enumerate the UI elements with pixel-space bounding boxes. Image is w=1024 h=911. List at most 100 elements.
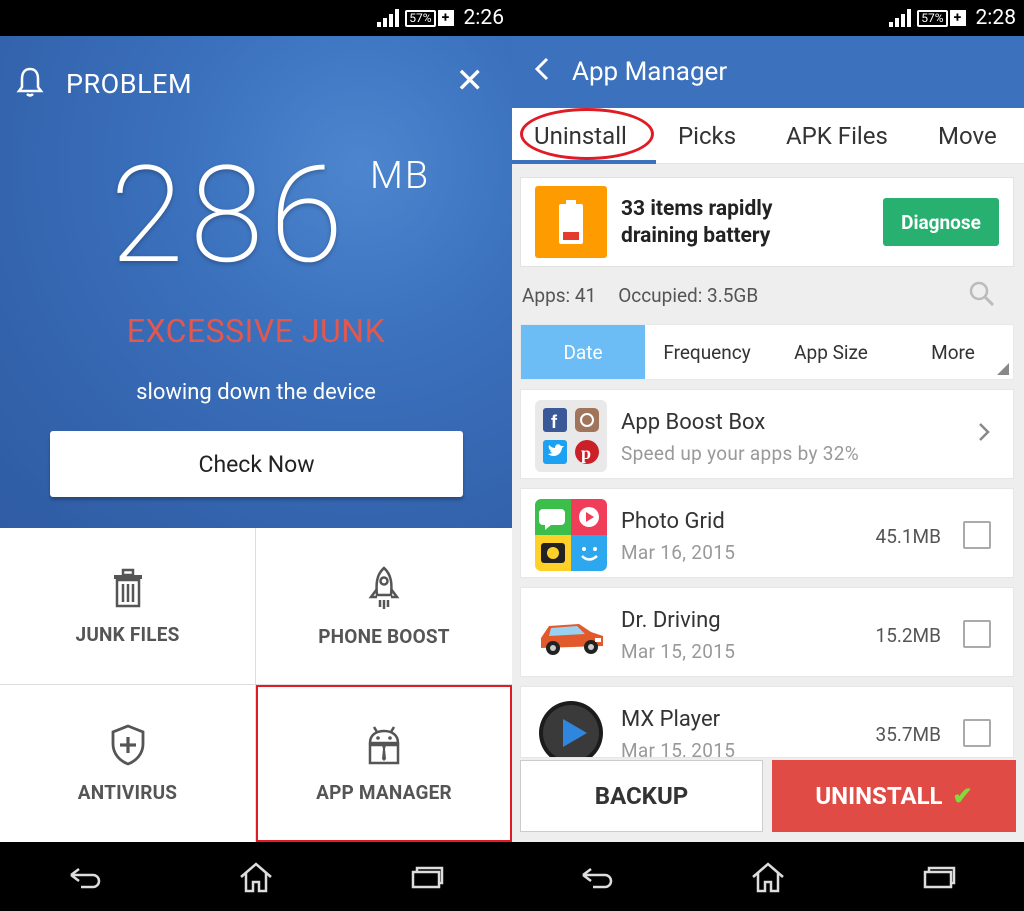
warning-subtext: slowing down the device xyxy=(136,380,376,405)
clock: 2:28 xyxy=(975,6,1017,30)
back-arrow-icon xyxy=(582,867,613,888)
app-size: 35.7MB xyxy=(875,723,941,746)
recent-apps-icon xyxy=(411,866,443,888)
android-icon xyxy=(364,723,404,767)
apps-count: Apps: 41 xyxy=(522,284,597,307)
nav-back-button[interactable] xyxy=(557,865,637,889)
rocket-icon xyxy=(364,565,404,611)
search-icon[interactable] xyxy=(968,280,996,312)
app-boost-box-row[interactable]: f p App Boost Box Speed up your apps by … xyxy=(520,389,1014,479)
tab-apk-files[interactable]: APK Files xyxy=(786,122,888,150)
phone-boost-tile[interactable]: PHONE BOOST xyxy=(256,528,512,685)
battery-drain-line2: draining battery xyxy=(621,224,771,248)
signal-icon xyxy=(889,9,912,27)
antivirus-tile[interactable]: ANTIVIRUS xyxy=(0,685,256,842)
app-date: Mar 15, 2015 xyxy=(621,739,736,758)
storage-stats: Apps: 41 Occupied: 3.5GB xyxy=(522,284,758,307)
bell-icon xyxy=(16,66,44,102)
home-screen: PROBLEM ✕ 286 MB EXCESSIVE JUNK slowing … xyxy=(0,36,512,842)
app-name: Photo Grid xyxy=(621,509,725,534)
app-row[interactable]: Dr. Driving Mar 15, 2015 15.2MB xyxy=(520,587,1014,677)
nav-recents-button[interactable] xyxy=(387,864,467,890)
status-bar-right: 57% + 2:28 xyxy=(512,0,1024,36)
app-name: Dr. Driving xyxy=(621,608,721,633)
action-bar: BACKUP UNINSTALL ✔ xyxy=(512,758,1024,838)
junk-size: 286 xyxy=(110,137,350,294)
junk-size-unit: MB xyxy=(370,154,431,198)
hero-header: PROBLEM xyxy=(16,66,192,102)
dropdown-corner-icon xyxy=(997,363,1009,375)
nav-home-button[interactable] xyxy=(216,860,296,894)
battery-level: 57% xyxy=(405,9,436,27)
page-title: App Manager xyxy=(572,57,728,87)
app-checkbox[interactable] xyxy=(963,719,991,747)
active-tab-indicator xyxy=(512,160,656,164)
battery-warning-icon xyxy=(535,186,607,258)
app-name: App Boost Box xyxy=(621,410,766,435)
app-manager-tile[interactable]: APP MANAGER xyxy=(256,685,512,842)
hero-title: PROBLEM xyxy=(66,68,193,100)
home-icon xyxy=(240,861,272,892)
check-now-button[interactable]: Check Now xyxy=(50,431,463,497)
app-checkbox[interactable] xyxy=(963,620,991,648)
back-button[interactable] xyxy=(512,53,572,91)
social-apps-icon: f p xyxy=(535,400,607,472)
tab-bar: Uninstall Picks APK Files Move xyxy=(512,108,1024,164)
status-bar-left: 57% + 2:26 xyxy=(0,0,512,36)
svg-text:p: p xyxy=(581,443,591,463)
photo-grid-icon xyxy=(535,499,607,571)
chevron-left-icon xyxy=(534,57,549,81)
backup-button[interactable]: BACKUP xyxy=(520,760,763,832)
nav-bar-right xyxy=(512,842,1024,911)
nav-home-button[interactable] xyxy=(728,860,808,894)
battery-icon: 57% + xyxy=(917,9,966,27)
nav-bar-left xyxy=(0,842,512,911)
back-arrow-icon xyxy=(70,867,101,888)
app-size: 45.1MB xyxy=(875,525,941,548)
sort-app-size[interactable]: App Size xyxy=(769,325,893,379)
close-button[interactable]: ✕ xyxy=(456,64,485,98)
nav-recents-button[interactable] xyxy=(899,864,979,890)
warning-text: EXCESSIVE JUNK xyxy=(126,312,386,350)
signal-icon xyxy=(377,9,400,27)
app-manager-label: APP MANAGER xyxy=(316,781,452,804)
mx-player-icon xyxy=(535,697,607,757)
junk-files-tile[interactable]: JUNK FILES xyxy=(0,528,256,685)
app-manager-screen: App Manager Uninstall Picks APK Files Mo… xyxy=(512,36,1024,842)
app-bar: App Manager xyxy=(512,36,1024,108)
diagnose-button[interactable]: Diagnose xyxy=(883,198,999,246)
home-icon xyxy=(752,861,784,892)
uninstall-label: UNINSTALL xyxy=(815,782,943,810)
phone-boost-label: PHONE BOOST xyxy=(318,624,450,648)
app-subtitle: Speed up your apps by 32% xyxy=(621,442,859,465)
sort-bar: Date Frequency App Size More xyxy=(520,324,1014,380)
highlight-circle xyxy=(520,108,654,160)
battery-drain-card: 33 items rapidly draining battery Diagno… xyxy=(520,177,1014,267)
battery-level: 57% xyxy=(917,9,948,27)
nav-back-button[interactable] xyxy=(45,865,125,889)
tab-move[interactable]: Move xyxy=(938,122,997,150)
tab-picks[interactable]: Picks xyxy=(678,122,736,150)
sort-frequency[interactable]: Frequency xyxy=(645,325,769,379)
junk-files-label: JUNK FILES xyxy=(75,622,180,646)
app-checkbox[interactable] xyxy=(963,521,991,549)
chevron-right-icon xyxy=(977,418,991,451)
clock: 2:26 xyxy=(463,6,505,30)
sort-more[interactable]: More xyxy=(893,325,1013,379)
sort-more-label: More xyxy=(931,340,975,364)
junk-hero: PROBLEM ✕ 286 MB EXCESSIVE JUNK slowing … xyxy=(0,36,512,528)
uninstall-button[interactable]: UNINSTALL ✔ xyxy=(772,760,1016,832)
app-row[interactable]: Photo Grid Mar 16, 2015 45.1MB xyxy=(520,488,1014,578)
svg-text:f: f xyxy=(551,412,558,432)
battery-drain-line1: 33 items rapidly xyxy=(621,197,773,221)
battery-drain-message: 33 items rapidly draining battery xyxy=(621,196,772,250)
antivirus-label: ANTIVIRUS xyxy=(77,781,178,804)
check-icon: ✔ xyxy=(952,782,973,810)
dr-driving-icon xyxy=(535,598,607,670)
app-date: Mar 16, 2015 xyxy=(621,541,736,564)
trash-icon xyxy=(108,567,148,609)
sort-date[interactable]: Date xyxy=(521,325,645,379)
occupied-storage: Occupied: 3.5GB xyxy=(618,284,759,307)
app-row[interactable]: MX Player Mar 15, 2015 35.7MB xyxy=(520,686,1014,758)
shield-icon xyxy=(108,723,148,767)
